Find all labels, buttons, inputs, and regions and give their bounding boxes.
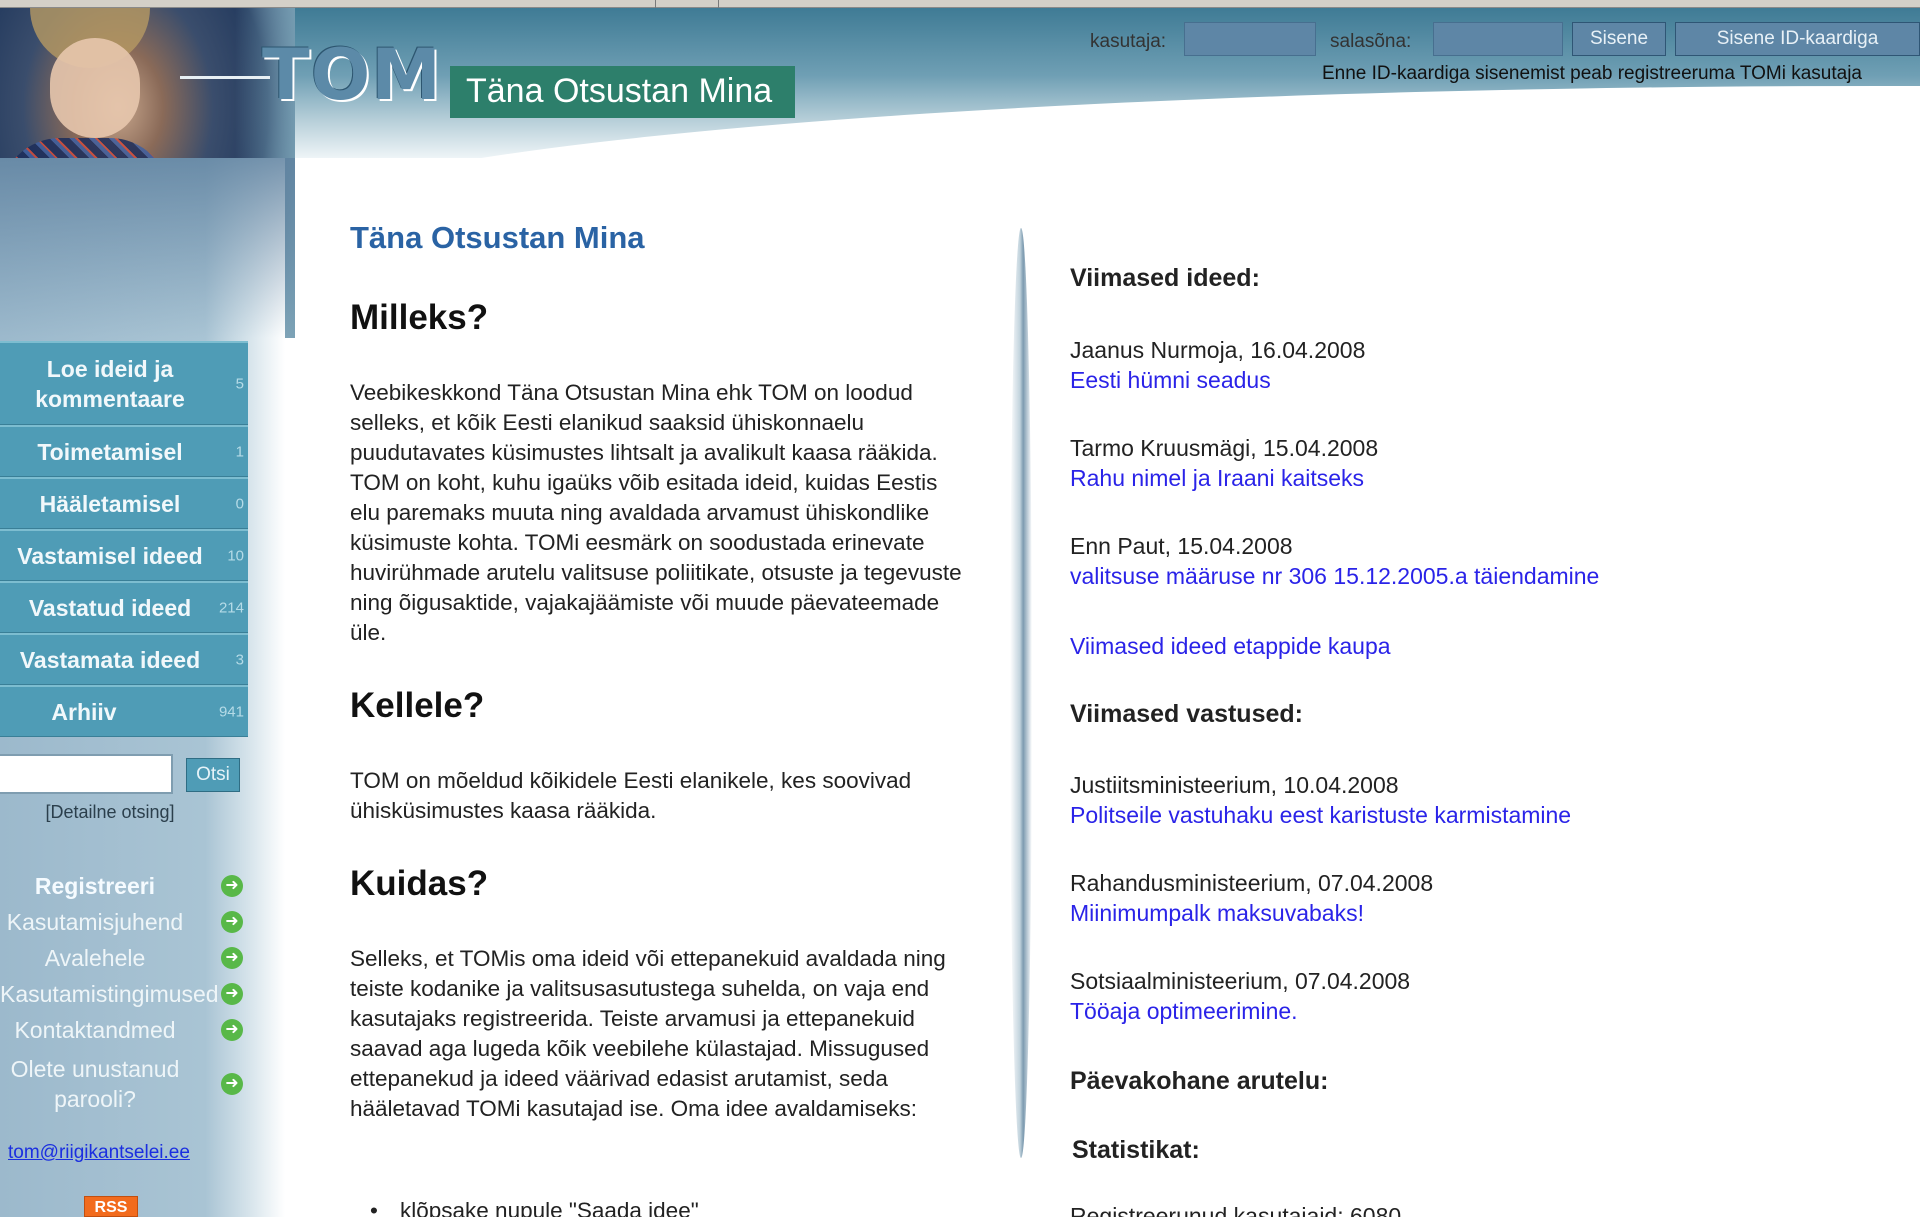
browser-top-strip (0, 0, 1920, 8)
arrow-right-icon: ➜ (221, 875, 243, 897)
daily-discussion-heading: Päevakohane arutelu: (1070, 1067, 1329, 1095)
section-heading: Kellele? (350, 686, 485, 725)
idea-author: Enn Paut, 15.04.2008 (1070, 533, 1293, 559)
nav-item-unanswered[interactable]: Vastamata ideed 3 (0, 633, 248, 685)
idea-link[interactable]: Eesti hümni seadus (1070, 367, 1271, 394)
rss-feed-icon[interactable]: RSS (84, 1196, 138, 1217)
photo-face (50, 38, 140, 138)
arrow-right-icon: ➜ (221, 1019, 243, 1041)
page-title: Täna Otsustan Mina (350, 220, 645, 255)
id-card-login-button[interactable]: Sisene ID-kaardiga (1675, 22, 1920, 56)
nav-label: Toimetamisel (37, 438, 183, 465)
answer-author: Justiitsministeerium, 10.04.2008 (1070, 772, 1399, 798)
idea-link[interactable]: Rahu nimel ja Iraani kaitseks (1070, 465, 1364, 492)
nav-item-archive[interactable]: Arhiiv 941 (0, 685, 248, 737)
nav-count: 5 (235, 375, 244, 392)
site-logo-subtitle[interactable]: Täna Otsustan Mina (450, 66, 795, 118)
nav-label: Vastatud ideed (28, 594, 192, 621)
answer-link[interactable]: Tööaja optimeerimine. (1070, 998, 1298, 1025)
register-label: Registreeri (34, 873, 156, 899)
section-text: Veebikeskkond Täna Otsustan Mina ehk TOM… (350, 380, 962, 645)
section-text: Selleks, et TOMis oma ideid või ettepane… (350, 946, 946, 1121)
ideas-by-stage-link[interactable]: Viimased ideed etappide kaupa (1070, 633, 1391, 660)
column-divider (1010, 228, 1032, 1158)
nav-label: Loe ideid ja kommentaare (35, 355, 185, 412)
idea-author: Jaanus Nurmoja, 16.04.2008 (1070, 337, 1366, 363)
terms-label: Kasutamistingimused (0, 981, 219, 1007)
statistics-heading: Statistikat: (1072, 1136, 1200, 1164)
sidebar-photo-fade (0, 158, 295, 338)
home-label: Avalehele (44, 945, 146, 971)
nav-label: Vastamata ideed (19, 646, 201, 673)
nav-item-read-ideas[interactable]: Loe ideid ja kommentaare 5 (0, 341, 248, 425)
contacts-link[interactable]: Kontaktandmed ➜ (0, 1014, 248, 1046)
strip-divider (655, 0, 656, 8)
nav-count: 1 (235, 443, 244, 460)
search-input[interactable] (0, 754, 173, 794)
nav-item-voting[interactable]: Hääletamisel 0 (0, 477, 248, 529)
user-guide-link[interactable]: Kasutamisjuhend ➜ (0, 906, 248, 938)
search-button[interactable]: Otsi (186, 758, 240, 792)
strip-divider (718, 0, 719, 8)
user-guide-label: Kasutamisjuhend (6, 909, 184, 935)
latest-ideas-heading: Viimased ideed: (1070, 264, 1260, 292)
nav-count: 10 (227, 547, 244, 564)
terms-link[interactable]: Kasutamistingimused ➜ (0, 978, 248, 1010)
registered-users-stat: Registreerunud kasutajaid: 6080 (1070, 1203, 1402, 1217)
list-item: klõpsake nupule "Saada idee" (370, 1198, 699, 1217)
site-logo[interactable]: TOM (262, 34, 442, 116)
arrow-right-icon: ➜ (221, 983, 243, 1005)
nav-count: 0 (235, 495, 244, 512)
password-input[interactable] (1433, 22, 1563, 56)
arrow-right-icon: ➜ (221, 911, 243, 933)
answer-author: Rahandusministeerium, 07.04.2008 (1070, 870, 1434, 896)
contact-email-link[interactable]: tom@riigikantselei.ee (8, 1142, 190, 1164)
home-link[interactable]: Avalehele ➜ (0, 942, 248, 974)
latest-answers-heading: Viimased vastused: (1070, 700, 1303, 728)
nav-label: Vastamisel ideed (17, 542, 203, 569)
nav-item-answering[interactable]: Vastamisel ideed 10 (0, 529, 248, 581)
arrow-right-icon: ➜ (221, 947, 243, 969)
answer-link[interactable]: Politseile vastuhaku eest karistuste kar… (1070, 802, 1571, 829)
answer-author: Sotsiaalministeerium, 07.04.2008 (1070, 968, 1411, 994)
password-label: salasõna: (1330, 31, 1412, 52)
id-card-note: Enne ID-kaardiga sisenemist peab registr… (1322, 63, 1862, 84)
username-input[interactable] (1184, 22, 1316, 56)
username-label: kasutaja: (1090, 31, 1167, 52)
forgot-password-link[interactable]: Olete unustanud parooli? ➜ (0, 1052, 248, 1116)
forgot-password-label: Olete unustanud parooli? (10, 1056, 180, 1112)
contacts-label: Kontaktandmed (14, 1017, 176, 1043)
nav-count: 3 (235, 651, 244, 668)
nav-label: Arhiiv (51, 698, 117, 725)
detailed-search-link[interactable]: [Detailne otsing] (0, 802, 220, 823)
nav-item-editing[interactable]: Toimetamisel 1 (0, 425, 248, 477)
arrow-right-icon: ➜ (221, 1073, 243, 1095)
idea-author: Tarmo Kruusmägi, 15.04.2008 (1070, 435, 1379, 461)
nav-count: 941 (218, 703, 244, 720)
section-heading: Milleks? (350, 298, 489, 337)
answer-link[interactable]: Miinimumpalk maksuvabaks! (1070, 900, 1364, 927)
nav-count: 214 (218, 599, 244, 616)
register-link[interactable]: Registreeri ➜ (0, 870, 248, 902)
login-button[interactable]: Sisene (1572, 22, 1666, 56)
logo-line (180, 76, 270, 79)
section-text: TOM on mõeldud kõikidele Eesti elanikele… (350, 768, 912, 823)
nav-item-answered[interactable]: Vastatud ideed 214 (0, 581, 248, 633)
nav-label: Hääletamisel (39, 490, 181, 517)
idea-link[interactable]: valitsuse määruse nr 306 15.12.2005.a tä… (1070, 563, 1599, 590)
section-heading: Kuidas? (350, 864, 489, 903)
